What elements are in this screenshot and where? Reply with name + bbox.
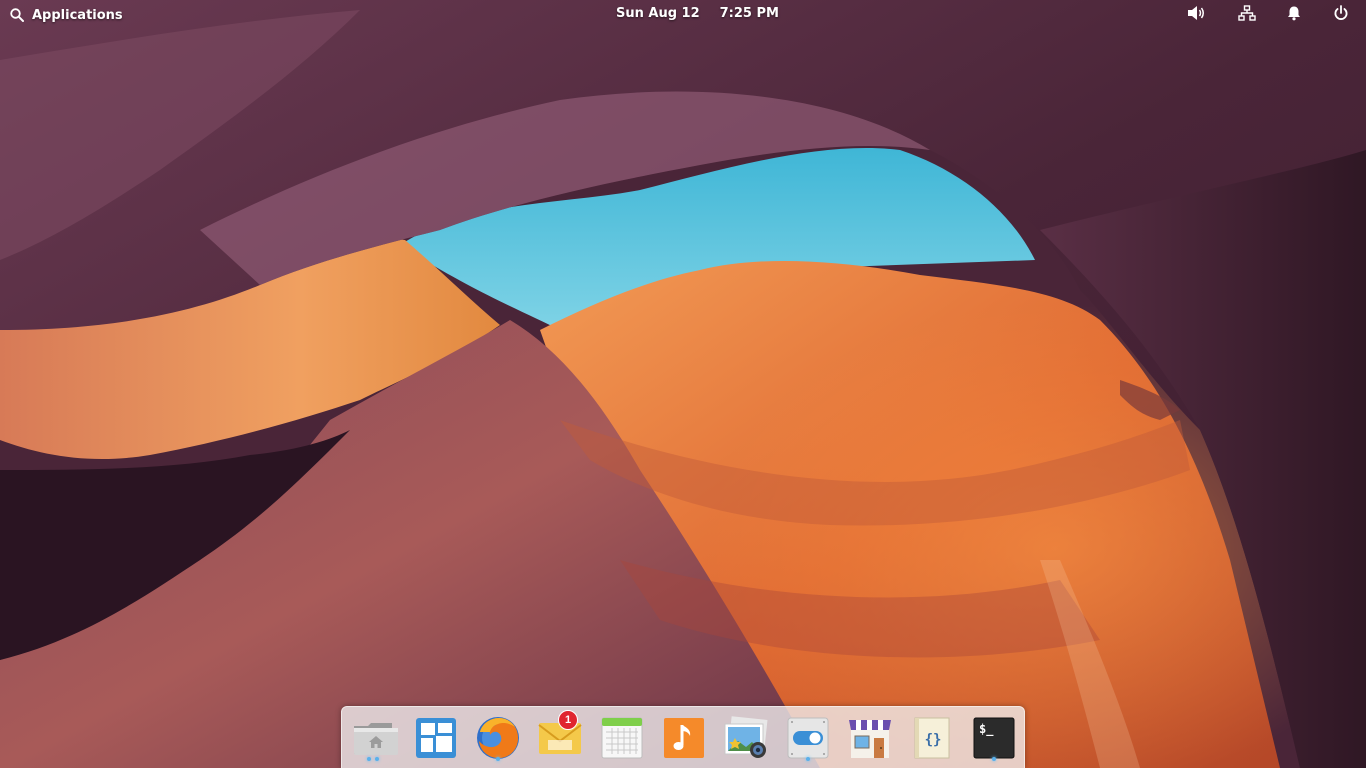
notifications-icon [1286, 5, 1302, 25]
code-icon: {} [908, 714, 956, 762]
calendar-icon [598, 714, 646, 762]
photos-icon [722, 714, 770, 762]
music-icon [660, 714, 708, 762]
files-icon [350, 714, 398, 762]
top-panel: Applications Sun Aug 12 7:25 PM [0, 0, 1366, 30]
system-settings-icon [784, 714, 832, 762]
dock-item-files[interactable] [350, 714, 398, 762]
notifications-indicator[interactable] [1283, 5, 1305, 25]
unread-badge: 1 [558, 710, 578, 730]
dock-item-mail[interactable]: 1 [536, 710, 584, 762]
running-indicator [496, 757, 500, 761]
running-indicator [367, 757, 371, 761]
volume-icon [1187, 5, 1207, 25]
date-label: Sun Aug 12 [616, 6, 700, 21]
dock-item-firefox[interactable] [474, 714, 522, 762]
multitasking-view-icon [412, 714, 460, 762]
appcenter-icon [846, 714, 894, 762]
running-indicator [992, 757, 996, 761]
dock-item-code[interactable]: {} [908, 714, 956, 762]
running-indicator [806, 757, 810, 761]
applications-label: Applications [32, 7, 123, 23]
volume-indicator[interactable] [1186, 5, 1208, 25]
dock-item-multitasking-view[interactable] [412, 714, 460, 762]
svg-text:$_: $_ [979, 722, 994, 737]
power-indicator[interactable] [1330, 5, 1352, 25]
dock-item-photos[interactable] [722, 714, 770, 762]
firefox-icon [474, 714, 522, 762]
dock-item-appcenter[interactable] [846, 714, 894, 762]
dock-item-music[interactable] [660, 714, 708, 762]
dock-item-calendar[interactable] [598, 714, 646, 762]
search-icon [10, 8, 24, 22]
terminal-icon: $_ [970, 714, 1018, 762]
dock-item-terminal[interactable]: $_ [970, 714, 1018, 762]
applications-menu-button[interactable]: Applications [10, 5, 123, 25]
running-indicator [375, 757, 379, 761]
power-icon [1333, 5, 1349, 25]
network-icon [1238, 5, 1256, 25]
dock: 1 {} $_ [341, 706, 1025, 768]
wallpaper [0, 0, 1366, 768]
datetime-indicator[interactable]: Sun Aug 12 7:25 PM [616, 6, 779, 24]
svg-text:{}: {} [925, 732, 942, 748]
network-indicator[interactable] [1236, 5, 1258, 25]
desktop[interactable]: Applications Sun Aug 12 7:25 PM 1 {} $_ [0, 0, 1366, 768]
dock-item-system-settings[interactable] [784, 714, 832, 762]
time-label: 7:25 PM [719, 6, 779, 21]
